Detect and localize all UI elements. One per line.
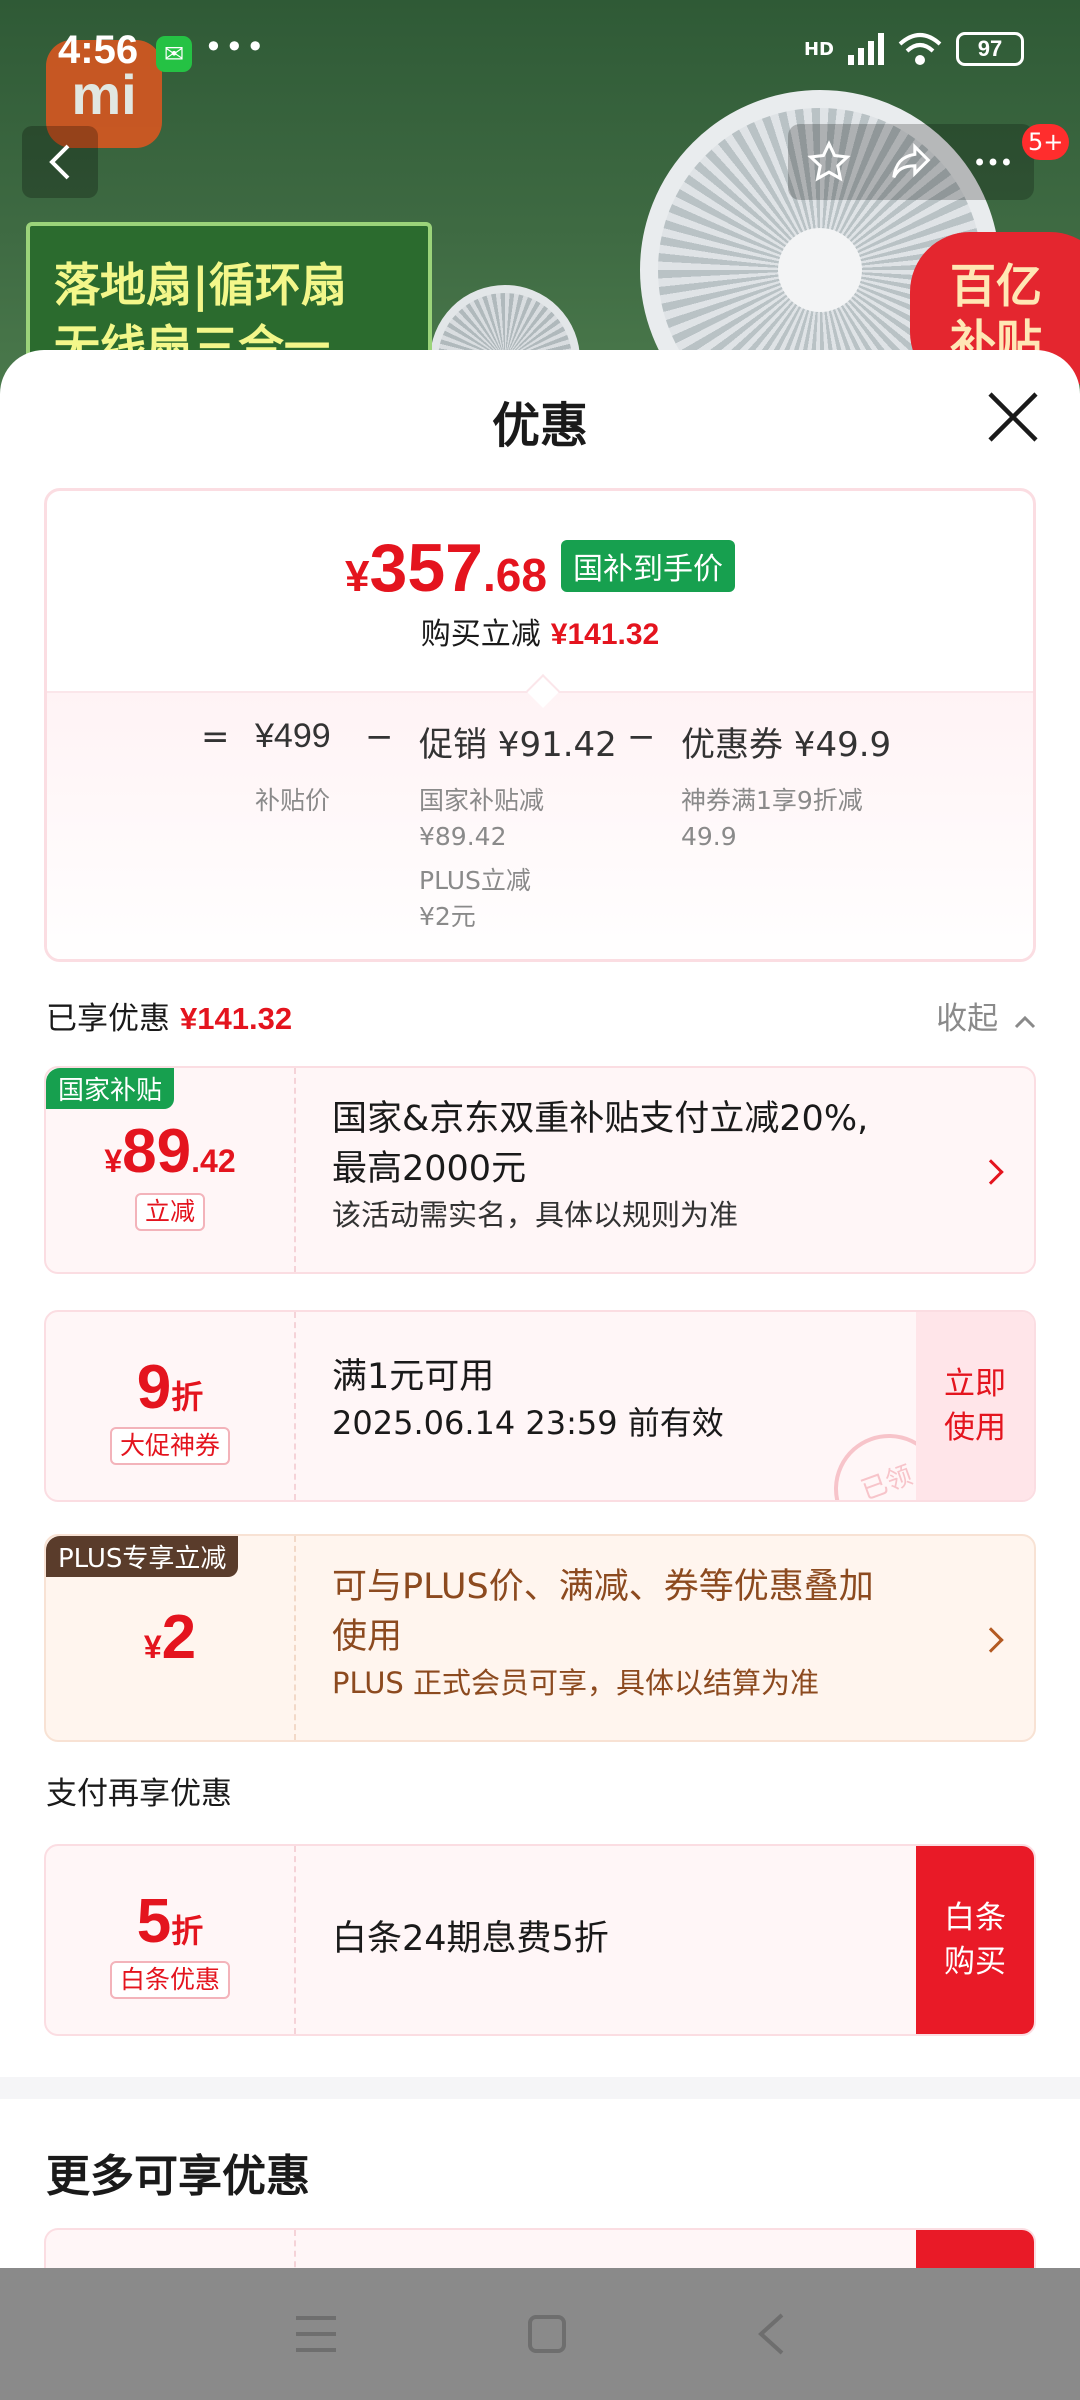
card-amount-area: 9折 大促神券 [46,1312,296,1500]
plus-amount: ¥2 [143,1603,197,1672]
subsidy-desc-line-2: 最高2000元 [332,1149,527,1189]
close-icon[interactable] [984,388,1042,446]
status-time: 4:56 [58,28,139,72]
baitiao-card: 5折 白条优惠 白条24期息费5折 白条购买 [44,1844,1036,2036]
promo-sub-1: 国家补贴减 [419,786,545,815]
promo-amount: 促销 ¥91.42 [419,725,617,765]
system-navigation-bar [0,2268,1080,2400]
wifi-icon [898,33,942,65]
final-price-row: ¥357.68 国补到手价 [47,529,1033,607]
use-now-button[interactable]: 立即 使用 [916,1312,1034,1500]
collapse-label: 收起 [936,1001,999,1037]
subsidy-badge-line-1: 百亿 [950,259,1042,313]
use-now-line-2: 使用 [944,1410,1006,1446]
back-button[interactable] [22,126,98,198]
coupon-amount: 优惠券 ¥49.9 [681,725,892,765]
pay-discount-header: 支付再享优惠 [46,1776,232,1812]
national-subsidy-card[interactable]: ¥89.42 立减 国家补贴 国家&京东双重补贴支付立减20%, 最高2000元… [44,1066,1036,1274]
subsidy-desc-line-3: 该活动需实名，具体以规则为准 [332,1198,739,1232]
minus-sign-1: − [365,717,394,757]
base-price-label: 补贴价 [255,786,331,815]
subsidy-desc-line-1: 国家&京东双重补贴支付立减20%, [332,1099,869,1139]
coupon-discount: 9折 [136,1353,204,1422]
big-promo-coupon-tag: 大促神券 [109,1427,230,1465]
coupon-threshold: 满1元可用 [332,1357,495,1397]
enjoyed-label: 已享优惠 [46,1001,170,1037]
star-icon[interactable] [806,139,852,185]
plus-desc-line-2: 使用 [332,1617,403,1657]
chevron-left-icon [49,144,70,180]
battery-indicator: 97 [956,32,1024,66]
baitiao-buy-line-2: 购买 [944,1944,1006,1980]
plus-discount-card[interactable]: ¥2 PLUS专享立减 可与PLUS价、满减、券等优惠叠加 使用 PLUS 正式… [44,1534,1036,1742]
coupon-sub-value: 49.9 [681,822,737,851]
home-icon[interactable] [527,2314,567,2354]
baitiao-discount-tag: 白条优惠 [109,1961,230,1999]
menu-icon[interactable] [294,2314,338,2354]
final-price: ¥357.68 [345,530,547,606]
plus-desc-line-3: PLUS 正式会员可享，具体以结算为准 [332,1666,820,1700]
baitiao-buy-button[interactable]: 白条 购买 [916,1846,1034,2034]
back-icon[interactable] [756,2312,786,2356]
instant-discount-label: 购买立减 [420,617,541,652]
subsidy-amount: ¥89.42 [104,1117,236,1186]
enjoyed-discount-header: 已享优惠 ¥141.32 [46,993,292,1038]
base-price: ¥499 [255,717,331,755]
baitiao-buy-line-1: 白条 [944,1900,1006,1936]
coupon-sub: 神券满1享9折减 [681,786,863,815]
chevron-right-icon [978,1159,1004,1185]
signal-icon [848,33,884,65]
promo-coupon-card: 9折 大促神券 满1元可用 2025.06.14 23:59 前有效 已领 立即… [44,1310,1036,1502]
collapse-button[interactable]: 收起 [936,993,1036,1038]
card-amount-area: 5折 白条优惠 [46,1846,296,2034]
promo-sub-2: PLUS立减 [419,866,531,895]
more-discounts-title: 更多可享优惠 [46,2151,310,2202]
hd-label: HD [803,38,834,60]
plus-exclusive-tag: PLUS专享立减 [46,1536,239,1577]
promo-sub-1-value: ¥89.42 [419,822,507,851]
baitiao-desc: 白条24期息费5折 [332,1919,609,1959]
national-subsidy-price-tag: 国补到手价 [560,540,735,592]
instant-discount-amount: ¥141.32 [550,618,660,651]
chevron-up-icon [1014,1015,1036,1029]
instant-discount-row: 购买立减 ¥141.32 [47,609,1033,653]
equals-sign: = [201,717,230,757]
top-action-group [788,124,1034,200]
chevron-right-icon [978,1627,1004,1653]
use-now-line-1: 立即 [944,1366,1006,1402]
discount-sheet: 优惠 ¥357.68 国补到手价 购买立减 ¥141.32 = ¥499 补贴价 … [0,350,1080,2400]
notification-badge: 5+ [1022,124,1070,160]
price-summary-card: ¥357.68 国补到手价 购买立减 ¥141.32 = ¥499 补贴价 − 促… [44,488,1036,962]
section-divider [0,2077,1080,2099]
coupon-expiry: 2025.06.14 23:59 前有效 [332,1404,724,1442]
more-icon[interactable] [970,139,1016,185]
banner-line-1: 落地扇|循环扇 [54,258,347,312]
share-icon[interactable] [888,139,934,185]
wechat-icon: ✉ [156,36,192,72]
baitiao-discount: 5折 [136,1887,204,1956]
sheet-title: 优惠 [491,398,588,454]
instant-reduce-tag: 立减 [134,1193,205,1231]
minus-sign-2: − [627,717,656,757]
status-bar: 4:56 ✉ ••• HD 97 [0,0,1080,108]
status-more-icon: ••• [204,28,267,66]
enjoyed-amount: ¥141.32 [180,1001,293,1036]
plus-desc-line-1: 可与PLUS价、满减、券等优惠叠加 [332,1567,874,1607]
national-subsidy-tag: 国家补贴 [46,1068,175,1109]
promo-sub-2-value: ¥2元 [419,902,476,931]
